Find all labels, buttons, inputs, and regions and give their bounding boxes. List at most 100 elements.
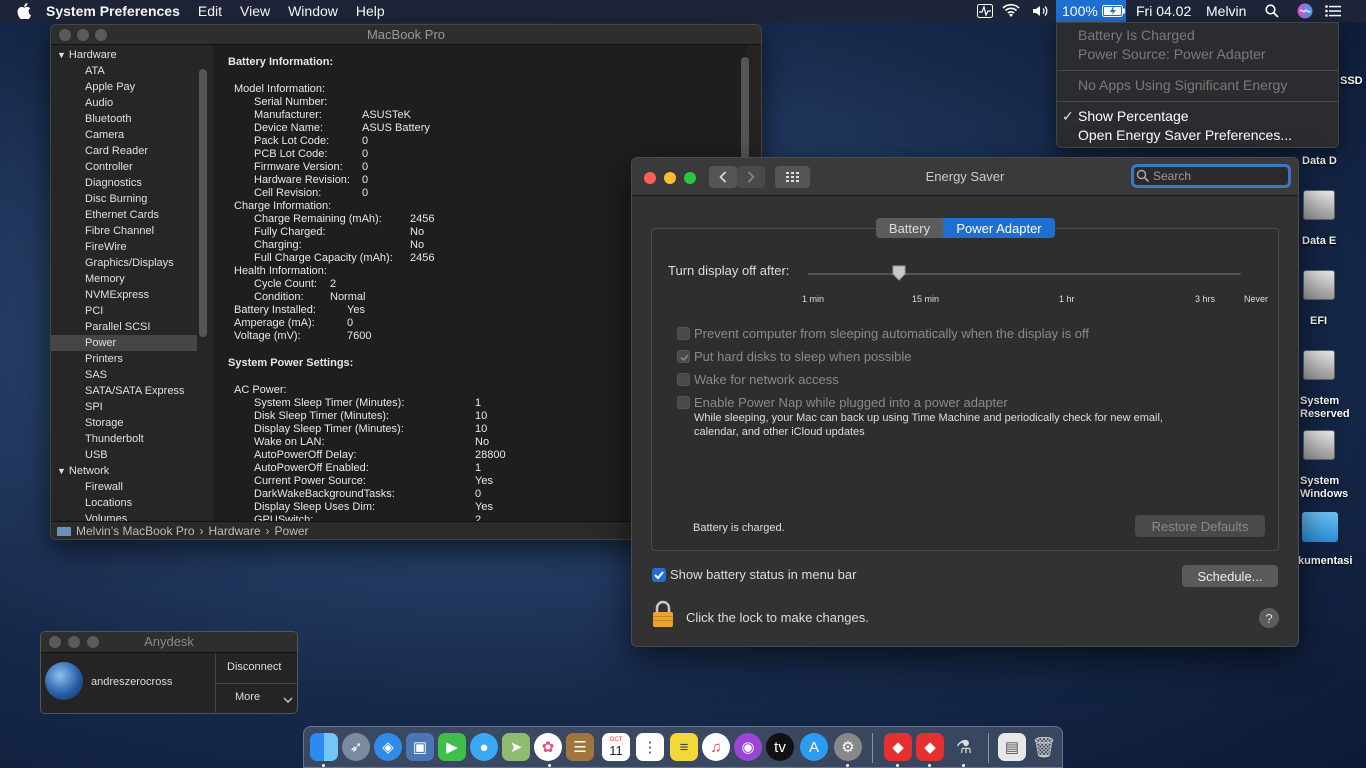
sidebar-item-printers[interactable]: Printers	[85, 351, 123, 367]
sidebar-item-disc-burning[interactable]: Disc Burning	[85, 191, 147, 207]
sidebar-scrollbar[interactable]	[199, 69, 207, 337]
desktop-label-system-windows[interactable]: System	[1300, 475, 1339, 487]
sidebar-item-firewire[interactable]: FireWire	[85, 239, 127, 255]
option-checkbox[interactable]	[677, 396, 690, 409]
sidebar-item-graphics-displays[interactable]: Graphics/Displays	[85, 255, 174, 271]
option-label[interactable]: Prevent computer from sleeping automatic…	[694, 326, 1089, 341]
music-icon[interactable]: ♫	[702, 733, 730, 761]
facetime-icon[interactable]: ▶	[438, 733, 466, 761]
sidebar-item-thunderbolt[interactable]: Thunderbolt	[85, 431, 144, 447]
app-store-icon[interactable]: A	[800, 733, 828, 761]
chevron-down-icon[interactable]	[283, 691, 293, 709]
path-computer[interactable]: Melvin’s MacBook Pro	[76, 522, 195, 539]
sidebar-item-memory[interactable]: Memory	[85, 271, 125, 287]
desktop-label-dokumentasi[interactable]: kumentasi	[1298, 555, 1352, 567]
notification-center-icon[interactable]	[1324, 0, 1342, 22]
sidebar-item-storage[interactable]: Storage	[85, 415, 124, 431]
maps-icon[interactable]: ➤	[502, 733, 530, 761]
show-battery-status-label[interactable]: Show battery status in menu bar	[670, 567, 856, 582]
contacts-icon[interactable]: ☰	[566, 733, 594, 761]
messages-icon[interactable]: ●	[470, 733, 498, 761]
schedule-button[interactable]: Schedule...	[1182, 565, 1278, 587]
anydesk-icon[interactable]: ◆	[916, 733, 944, 761]
anydesk-titlebar[interactable]: Anydesk	[41, 632, 297, 653]
reminders-icon[interactable]: ⋮	[636, 733, 664, 761]
sidebar-item-diagnostics[interactable]: Diagnostics	[85, 175, 142, 191]
sidebar-item-locations[interactable]: Locations	[85, 495, 132, 511]
disconnect-button[interactable]: Disconnect	[227, 661, 281, 673]
wifi-icon[interactable]	[1001, 0, 1021, 22]
menu-clock[interactable]: Fri 04.02	[1136, 0, 1191, 22]
preview-icon[interactable]: ▣	[406, 733, 434, 761]
apple-tv-icon[interactable]: tv	[766, 733, 794, 761]
tab-power-adapter[interactable]: Power Adapter	[943, 218, 1055, 238]
minimize-button[interactable]	[68, 636, 80, 648]
search-field[interactable]: Search	[1131, 164, 1291, 188]
window-toolbar[interactable]: Energy Saver Search	[632, 158, 1298, 196]
menu-window[interactable]: Window	[279, 0, 347, 22]
show-battery-status-checkbox[interactable]	[652, 568, 666, 582]
menu-app-name[interactable]: System Preferences	[34, 0, 189, 22]
disclosure-triangle-icon[interactable]: ▼	[57, 466, 66, 476]
volume-icon[interactable]	[1030, 0, 1052, 22]
sidebar-item-usb[interactable]: USB	[85, 447, 108, 463]
menu-help[interactable]: Help	[347, 0, 394, 22]
desktop-label-efi[interactable]: EFI	[1310, 315, 1327, 327]
sidebar-item-audio[interactable]: Audio	[85, 95, 113, 111]
desktop-label-system-reserved-2[interactable]: Reserved	[1300, 408, 1350, 420]
sidebar-item-spi[interactable]: SPI	[85, 399, 103, 415]
folder-icon[interactable]	[1302, 512, 1338, 542]
minimize-button[interactable]	[77, 29, 89, 41]
battery-status-menu[interactable]: 100%	[1056, 0, 1126, 22]
menu-view[interactable]: View	[231, 0, 279, 22]
tab-battery[interactable]: Battery	[876, 218, 943, 238]
more-button[interactable]: More	[235, 691, 260, 703]
desktop-label-data-d[interactable]: Data D	[1302, 155, 1337, 167]
sidebar-group-network[interactable]: ▼ Network	[57, 463, 109, 479]
sidebar-item-apple-pay[interactable]: Apple Pay	[85, 79, 135, 95]
drive-icon[interactable]	[1303, 190, 1335, 220]
launchpad-icon[interactable]: ➶	[342, 733, 370, 761]
photos-icon[interactable]: ✿	[534, 733, 562, 761]
finder-icon[interactable]	[310, 733, 338, 761]
sidebar-group-hardware[interactable]: ▼ Hardware	[57, 47, 117, 63]
display-sleep-slider-track[interactable]	[808, 273, 1241, 275]
sidebar-item-parallel-scsi[interactable]: Parallel SCSI	[85, 319, 150, 335]
zoom-button[interactable]	[87, 636, 99, 648]
menu-edit[interactable]: Edit	[189, 0, 231, 22]
desktop-label-system-windows-2[interactable]: Windows	[1300, 488, 1348, 500]
sidebar-item-sas[interactable]: SAS	[85, 367, 107, 383]
path-power[interactable]: Power	[275, 522, 309, 539]
spotlight-icon[interactable]	[1264, 0, 1280, 22]
option-label[interactable]: Enable Power Nap while plugged into a po…	[694, 395, 1008, 410]
document-icon[interactable]: ▤	[998, 733, 1026, 761]
activity-monitor-icon[interactable]	[976, 0, 994, 22]
sidebar-item-controller[interactable]: Controller	[85, 159, 133, 175]
path-hardware[interactable]: Hardware	[209, 522, 261, 539]
desktop-label-system-reserved[interactable]: System	[1300, 395, 1339, 407]
anydesk-icon[interactable]: ◆	[884, 733, 912, 761]
sidebar-item-sata-sata-express[interactable]: SATA/SATA Express	[85, 383, 184, 399]
help-button[interactable]: ?	[1259, 608, 1279, 628]
close-button[interactable]	[59, 29, 71, 41]
system-preferences-icon[interactable]: ⚙	[834, 733, 862, 761]
lock-icon[interactable]	[652, 600, 674, 633]
option-label[interactable]: Wake for network access	[694, 372, 839, 387]
drive-icon[interactable]	[1303, 270, 1335, 300]
sidebar-item-ata[interactable]: ATA	[85, 63, 105, 79]
apple-menu-icon[interactable]	[14, 0, 34, 22]
sidebar-item-power[interactable]: Power	[85, 335, 116, 351]
drive-icon[interactable]	[1303, 350, 1335, 380]
restore-defaults-button[interactable]: Restore Defaults	[1135, 515, 1265, 537]
menu-user[interactable]: Melvin	[1206, 0, 1246, 22]
sidebar-item-ethernet-cards[interactable]: Ethernet Cards	[85, 207, 159, 223]
sidebar-item-firewall[interactable]: Firewall	[85, 479, 123, 495]
desktop-label-data-e[interactable]: Data E	[1302, 235, 1336, 247]
open-energy-saver-item[interactable]: Open Energy Saver Preferences...	[1078, 127, 1292, 143]
sidebar-item-pci[interactable]: PCI	[85, 303, 103, 319]
utility-icon[interactable]: ⚗	[950, 733, 978, 761]
window-titlebar[interactable]: MacBook Pro	[51, 25, 761, 45]
disclosure-triangle-icon[interactable]: ▼	[57, 50, 66, 60]
option-checkbox[interactable]	[677, 327, 690, 340]
display-sleep-slider-knob[interactable]	[892, 265, 906, 281]
